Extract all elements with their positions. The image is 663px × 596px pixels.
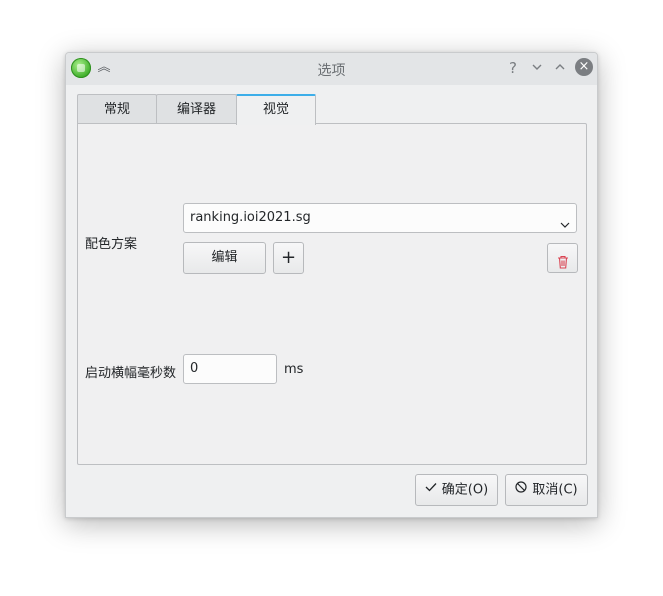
maximize-icon[interactable]: [551, 59, 569, 77]
cancel-icon: [515, 475, 527, 505]
chevron-down-icon: [560, 213, 570, 228]
ok-button[interactable]: 确定(O): [415, 474, 498, 506]
color-scheme-label: 配色方案: [85, 237, 138, 252]
edit-scheme-button[interactable]: 编辑: [183, 242, 266, 274]
cancel-label: 取消(C): [532, 482, 578, 498]
trash-icon: [557, 251, 569, 281]
help-icon[interactable]: ?: [504, 59, 522, 77]
close-icon[interactable]: ×: [575, 58, 593, 76]
cancel-button[interactable]: 取消(C): [505, 474, 588, 506]
delete-scheme-button[interactable]: [547, 243, 578, 273]
title-bar[interactable]: ︽ 选项 ? ×: [66, 53, 597, 85]
splash-duration-input[interactable]: 0: [183, 354, 277, 384]
minimize-icon[interactable]: [528, 59, 546, 77]
visual-tab-panel: [77, 123, 587, 465]
tab-visual[interactable]: 视觉: [236, 94, 316, 125]
splash-unit-label: ms: [284, 362, 304, 377]
splash-duration-label: 启动横幅毫秒数: [85, 366, 177, 381]
ok-label: 确定(O): [441, 482, 489, 498]
plus-icon: +: [280, 247, 297, 268]
add-scheme-button[interactable]: +: [273, 242, 304, 274]
options-dialog: ︽ 选项 ? × 常规 编译器 视觉 配色方案 ranking.ioi2021.…: [65, 52, 598, 518]
tab-compiler[interactable]: 编译器: [156, 94, 237, 123]
color-scheme-select[interactable]: ranking.ioi2021.sg: [183, 203, 577, 233]
tab-general[interactable]: 常规: [77, 94, 157, 123]
color-scheme-value: ranking.ioi2021.sg: [190, 210, 311, 225]
check-icon: [425, 475, 437, 505]
